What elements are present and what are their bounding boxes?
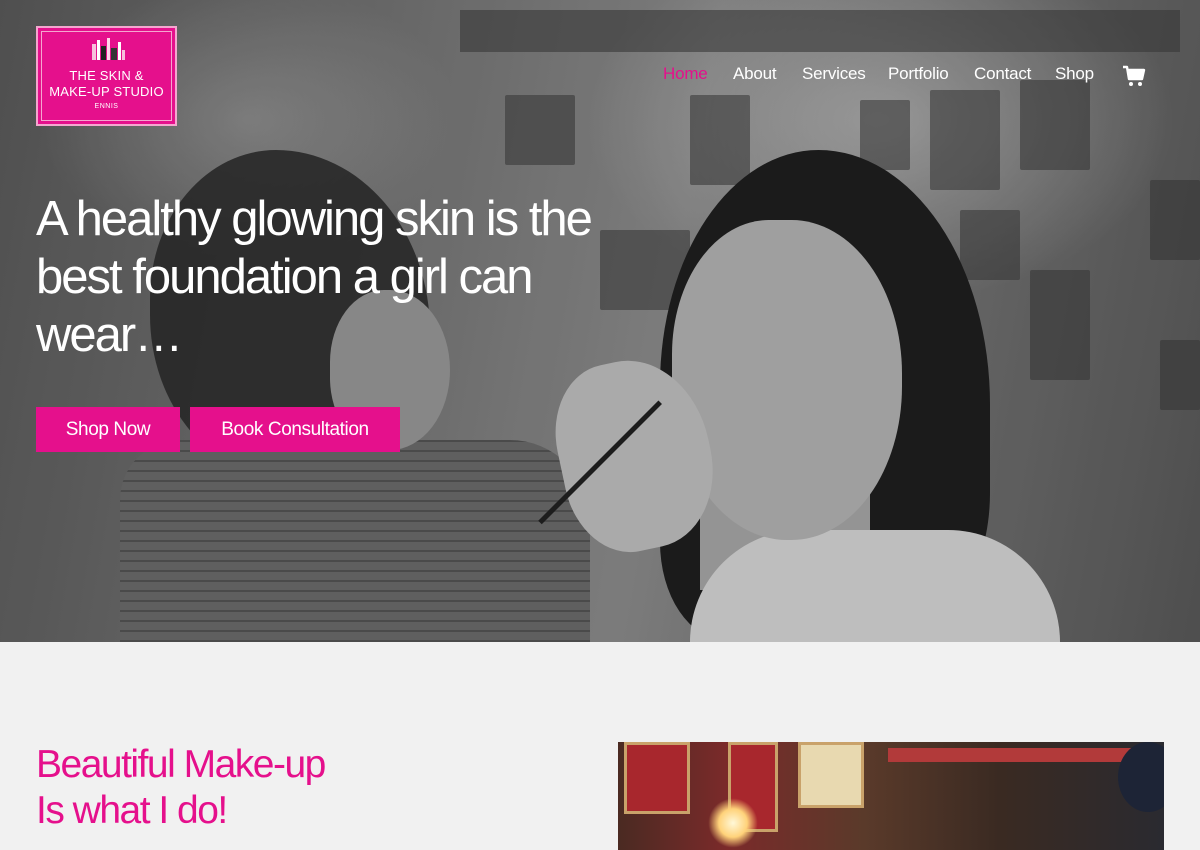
site-logo[interactable]: THE SKIN & MAKE-UP STUDIO ENNIS xyxy=(36,26,177,126)
nav-item-contact[interactable]: Contact xyxy=(974,64,1031,84)
nav-item-about[interactable]: About xyxy=(733,64,777,84)
studio-lamp xyxy=(708,798,758,848)
about-title-line2: Is what I do! xyxy=(36,789,228,832)
shop-now-button[interactable]: Shop Now xyxy=(36,407,180,452)
shopping-cart-icon[interactable] xyxy=(1122,64,1146,88)
studio-balloon xyxy=(1118,742,1164,812)
studio-picture-frame xyxy=(624,742,690,814)
logo-location: ENNIS xyxy=(94,103,119,110)
nav-item-shop[interactable]: Shop xyxy=(1055,64,1094,84)
studio-photo xyxy=(618,742,1164,850)
logo-title-line1: THE SKIN & xyxy=(69,68,144,83)
studio-picture-frame xyxy=(798,742,864,808)
about-section-title: Beautiful Make-up Is what I do! xyxy=(36,742,456,834)
makeup-products-icon xyxy=(92,38,125,60)
book-consultation-button[interactable]: Book Consultation xyxy=(190,407,400,452)
about-title-line1: Beautiful Make-up xyxy=(36,743,326,786)
nav-item-portfolio[interactable]: Portfolio xyxy=(888,64,949,84)
hero-headline: A healthy glowing skin is the best found… xyxy=(36,192,593,362)
nav-item-home[interactable]: Home xyxy=(663,64,708,84)
logo-title-line2: MAKE-UP STUDIO xyxy=(49,84,164,99)
nav-item-services[interactable]: Services xyxy=(802,64,866,84)
